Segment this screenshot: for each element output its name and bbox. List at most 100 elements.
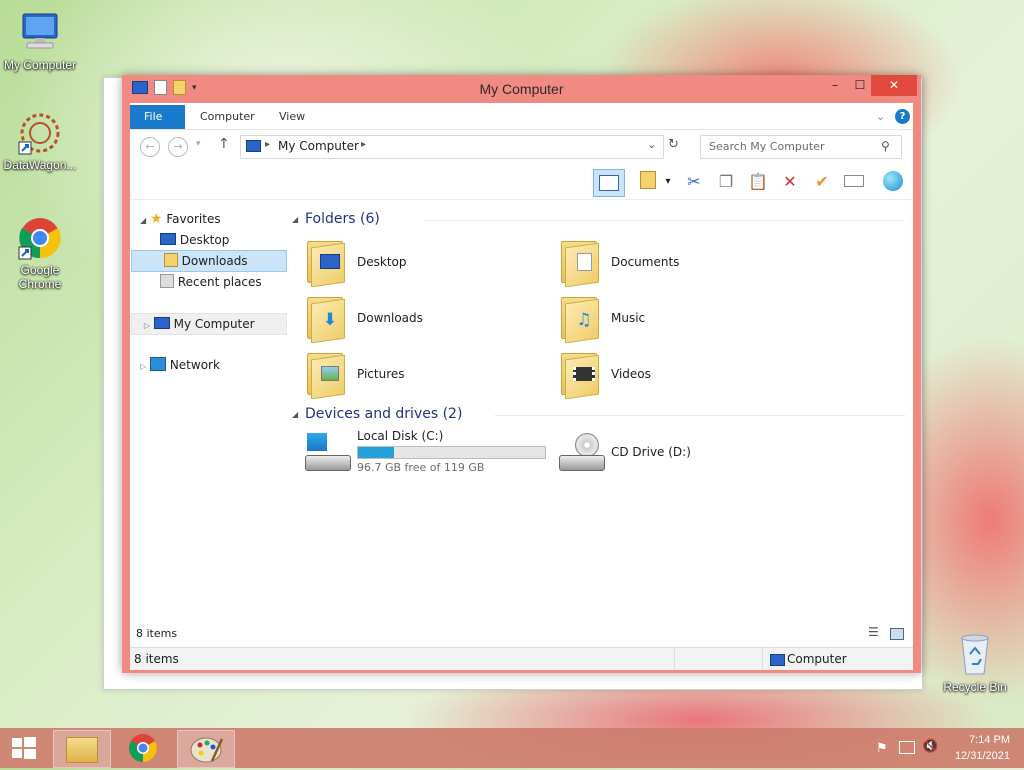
drive-usage-bar xyxy=(357,446,546,459)
folder-icon xyxy=(305,237,345,288)
search-input[interactable]: Search My Computer xyxy=(709,140,824,153)
cut-icon[interactable]: ✂ xyxy=(683,171,705,193)
search-box[interactable]: Search My Computer ⚲ xyxy=(700,135,902,159)
expand-arrow-icon[interactable]: ◢ xyxy=(140,216,146,225)
nav-favorites[interactable]: ◢ ★ Favorites xyxy=(140,209,290,229)
nav-my-computer[interactable]: ▷ My Computer xyxy=(131,313,287,335)
close-button[interactable]: ✕ xyxy=(871,75,917,96)
up-button[interactable]: ↑ xyxy=(218,136,230,152)
back-button[interactable]: ← xyxy=(140,137,160,157)
taskbar-file-explorer[interactable] xyxy=(53,730,111,768)
folders-group-header[interactable]: Folders (6) xyxy=(305,211,380,227)
item-count: 8 items xyxy=(136,627,178,640)
computer-icon xyxy=(17,10,63,56)
action-center-flag-icon[interactable]: ⚑ xyxy=(876,741,888,756)
collapse-arrow-icon[interactable]: ◢ xyxy=(292,410,298,419)
download-arrow-icon: ⬇ xyxy=(322,310,338,330)
cd-drive-icon xyxy=(559,433,605,473)
explorer-window: ▾ My Computer – ☐ ✕ File Computer View ⌄… xyxy=(122,75,921,673)
window-title: My Computer xyxy=(479,81,564,97)
folder-documents[interactable]: Documents xyxy=(559,235,799,289)
rename-icon[interactable] xyxy=(843,171,865,193)
paste-icon[interactable]: 📋 xyxy=(747,171,769,193)
select-folder-icon[interactable] xyxy=(637,171,659,193)
tab-computer[interactable]: Computer xyxy=(186,105,269,129)
desktop-icon-recycle-bin[interactable]: Recycle Bin xyxy=(935,632,1015,694)
folder-desktop[interactable]: Desktop xyxy=(305,235,545,289)
window-body: File Computer View ⌄ ? ← → ▾ ↑ ▸ My Comp… xyxy=(130,103,913,670)
divider xyxy=(425,220,905,221)
nav-item-desktop[interactable]: Desktop xyxy=(160,230,285,250)
tab-file[interactable]: File xyxy=(130,105,185,129)
network-status-icon[interactable] xyxy=(899,741,915,754)
computer-icon xyxy=(153,317,170,329)
drive-cd-d[interactable]: CD Drive (D:) xyxy=(559,429,799,483)
item-count: 8 items xyxy=(134,652,179,666)
breadcrumb[interactable]: My Computer xyxy=(278,139,359,153)
divider xyxy=(762,648,763,670)
desktop-icon-label: DataWagon... xyxy=(3,158,77,172)
copy-icon[interactable]: ❐ xyxy=(715,171,737,193)
recent-locations-icon[interactable]: ▾ xyxy=(196,139,201,149)
address-bar[interactable]: ▸ My Computer ▸ ⌄ xyxy=(240,135,664,159)
refresh-button[interactable]: ↻ xyxy=(668,137,679,152)
divider xyxy=(495,415,905,416)
computer-icon xyxy=(246,140,261,152)
expand-arrow-icon[interactable]: ▷ xyxy=(144,321,150,330)
desktop-icon-label: Google Chrome xyxy=(18,263,62,291)
folder-pictures[interactable]: Pictures xyxy=(305,347,545,401)
start-button[interactable] xyxy=(0,730,48,766)
tab-view[interactable]: View xyxy=(265,105,319,129)
details-view-icon[interactable]: ☰ xyxy=(868,625,879,639)
desktop-icon-datawagon[interactable]: DataWagon... xyxy=(0,110,80,172)
drive-local-disk-c[interactable]: Local Disk (C:) 96.7 GB free of 119 GB xyxy=(305,429,555,483)
computer-icon xyxy=(770,654,785,666)
delete-icon[interactable]: ✕ xyxy=(779,171,801,193)
folder-downloads[interactable]: ⬇ Downloads xyxy=(305,291,545,345)
folder-label: Desktop xyxy=(357,255,407,269)
recycle-bin-icon xyxy=(952,632,998,678)
taskbar-clock[interactable]: 7:14 PM 12/31/2021 xyxy=(955,732,1010,764)
nav-label: My Computer xyxy=(173,317,255,331)
address-dropdown-icon[interactable]: ⌄ xyxy=(647,138,656,151)
volume-muted-icon[interactable]: 🔇 xyxy=(922,739,938,754)
ribbon-tabs: File Computer View ⌄ ? xyxy=(130,105,913,130)
status-bar-inner: 8 items ☰ xyxy=(130,623,913,645)
search-icon[interactable]: ⚲ xyxy=(881,139,890,153)
taskbar-paint[interactable] xyxy=(177,730,235,768)
nav-item-downloads[interactable]: Downloads xyxy=(131,250,287,272)
breadcrumb-separator-icon: ▸ xyxy=(361,139,367,150)
collapse-arrow-icon[interactable]: ◢ xyxy=(292,215,298,224)
maximize-button[interactable]: ☐ xyxy=(846,75,874,96)
nav-item-recent-places[interactable]: Recent places xyxy=(160,272,285,292)
nav-label: Downloads xyxy=(181,254,248,268)
desktop-icon-my-computer[interactable]: My Computer xyxy=(0,10,80,72)
desktop-icon xyxy=(319,253,341,275)
drive-usage-fill xyxy=(358,447,394,458)
checkmark-icon[interactable]: ✔ xyxy=(811,171,833,193)
paint-palette-icon xyxy=(190,737,224,763)
expand-arrow-icon[interactable]: ▷ xyxy=(140,362,146,371)
picture-icon xyxy=(319,365,341,387)
chrome-icon xyxy=(17,215,63,261)
help-icon[interactable]: ? xyxy=(895,109,910,124)
taskbar-chrome[interactable] xyxy=(115,730,171,766)
large-icons-view-icon[interactable] xyxy=(890,628,904,640)
folder-music[interactable]: ♫ Music xyxy=(559,291,799,345)
minimize-button[interactable]: – xyxy=(821,75,849,96)
preview-pane-icon[interactable] xyxy=(593,169,625,197)
title-bar[interactable]: ▾ My Computer – ☐ ✕ xyxy=(122,75,921,103)
desktop-icon-chrome[interactable]: Google Chrome xyxy=(0,215,80,291)
file-explorer-icon xyxy=(66,737,98,763)
folder-videos[interactable]: Videos xyxy=(559,347,799,401)
datawagon-icon xyxy=(17,110,63,156)
status-bar: 8 items Computer xyxy=(130,647,913,670)
devices-group-header[interactable]: Devices and drives (2) xyxy=(305,406,462,422)
nav-network[interactable]: ▷ Network xyxy=(140,355,290,375)
folder-label: Pictures xyxy=(357,367,405,381)
forward-button[interactable]: → xyxy=(168,137,188,157)
globe-icon[interactable] xyxy=(882,171,904,193)
ribbon-expand-icon[interactable]: ⌄ xyxy=(876,110,885,123)
nav-label: Network xyxy=(169,358,220,372)
chevron-down-icon[interactable]: ▾ xyxy=(662,171,674,193)
